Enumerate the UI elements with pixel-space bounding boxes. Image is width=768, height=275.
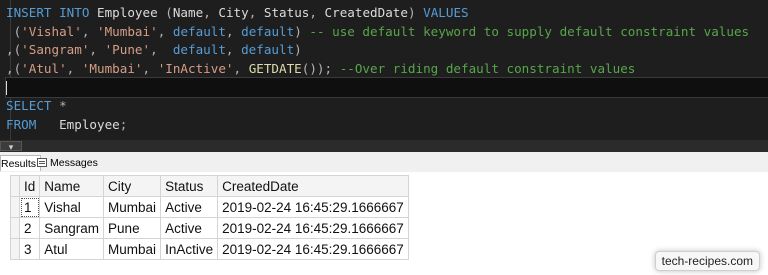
code-token: , bbox=[225, 23, 242, 39]
grid-cell-city[interactable]: Mumbai bbox=[103, 196, 162, 218]
grid-cell-createddate[interactable]: 2019-02-24 16:45:29.1666667 bbox=[217, 238, 409, 260]
grid-cell-createddate[interactable]: 2019-02-24 16:45:29.1666667 bbox=[217, 217, 409, 239]
code-token: 'Vishal' bbox=[21, 23, 82, 39]
results-grid-area: Id Name City Status CreatedDate 1 Vishal… bbox=[0, 172, 768, 275]
code-token: --Over riding default constraint values bbox=[339, 60, 636, 76]
grid-cell-createddate[interactable]: 2019-02-24 16:45:29.1666667 bbox=[217, 196, 409, 218]
grid-cell-id[interactable]: 3 bbox=[18, 238, 41, 260]
messages-icon bbox=[37, 158, 47, 167]
code-line[interactable]: FROM Employee; bbox=[6, 116, 768, 135]
code-line[interactable]: SELECT * bbox=[6, 97, 768, 116]
table-row[interactable]: 1 Vishal Mumbai Active 2019-02-24 16:45:… bbox=[10, 196, 409, 218]
code-token: ,( bbox=[6, 42, 22, 58]
code-line[interactable]: ,('Sangram', 'Pune', default, default) bbox=[6, 41, 768, 60]
collapse-dropdown-icon[interactable]: ▾ bbox=[0, 141, 22, 152]
code-token: INSERT INTO bbox=[6, 5, 97, 20]
code-token: ( bbox=[165, 5, 173, 20]
code-token: 'Pune' bbox=[104, 42, 151, 58]
code-token: 'Mumbai' bbox=[81, 60, 143, 76]
code-token: , bbox=[81, 23, 98, 39]
grid-cell-status[interactable]: Active bbox=[160, 196, 219, 218]
code-line[interactable]: ('Vishal', 'Mumbai', default, default) -… bbox=[6, 23, 768, 42]
code-token: CreatedDate bbox=[324, 5, 408, 20]
column-header-status[interactable]: Status bbox=[160, 175, 219, 197]
code-token: , bbox=[89, 42, 105, 58]
code-token: GETDATE bbox=[248, 60, 302, 76]
code-token: , bbox=[66, 60, 82, 76]
grid-header-row: Id Name City Status CreatedDate bbox=[10, 175, 409, 197]
column-header-id[interactable]: Id bbox=[18, 175, 41, 197]
code-token: ( bbox=[6, 23, 22, 39]
code-token: , bbox=[225, 42, 242, 58]
table-row[interactable]: 3 Atul Mumbai InActive 2019-02-24 16:45:… bbox=[10, 238, 409, 260]
code-token: City bbox=[218, 5, 249, 20]
grid-cell-status[interactable]: InActive bbox=[160, 238, 219, 260]
grid-corner-cell[interactable] bbox=[10, 175, 20, 197]
tab-messages[interactable]: Messages bbox=[33, 155, 102, 171]
code-token: , bbox=[233, 60, 249, 76]
text-caret bbox=[6, 80, 7, 95]
code-token: 'Atul' bbox=[21, 60, 67, 76]
code-token: * bbox=[59, 97, 67, 113]
grid-cell-name[interactable]: Atul bbox=[39, 238, 105, 260]
code-token: 'Mumbai' bbox=[97, 23, 158, 39]
sql-code[interactable]: INSERT INTO Employee (Name, City, Status… bbox=[5, 4, 768, 135]
code-token: SELECT bbox=[6, 97, 60, 113]
column-header-name[interactable]: Name bbox=[39, 175, 105, 197]
code-token: Employee bbox=[97, 5, 166, 20]
row-number-cell[interactable] bbox=[10, 196, 20, 218]
code-token: ) bbox=[294, 42, 302, 58]
grid-cell-id[interactable]: 1 bbox=[18, 196, 41, 218]
table-row[interactable]: 2 Sangram Pune Active 2019-02-24 16:45:2… bbox=[10, 217, 409, 239]
code-token: default bbox=[172, 23, 226, 39]
code-token: ) bbox=[294, 23, 310, 39]
grid-cell-name[interactable]: Sangram bbox=[39, 217, 105, 239]
grid-cell-status[interactable]: Active bbox=[160, 217, 219, 239]
query-editor[interactable]: INSERT INTO Employee (Name, City, Status… bbox=[0, 0, 768, 140]
code-token: VALUES bbox=[423, 5, 469, 20]
row-number-cell[interactable] bbox=[10, 238, 20, 260]
code-token: , bbox=[309, 5, 325, 20]
code-token: 'InActive' bbox=[157, 60, 234, 76]
grid-cell-name[interactable]: Vishal bbox=[39, 196, 105, 218]
code-line[interactable]: ,('Atul', 'Mumbai', 'InActive', GETDATE(… bbox=[6, 60, 768, 79]
column-header-city[interactable]: City bbox=[103, 175, 162, 197]
code-line[interactable] bbox=[5, 77, 768, 98]
code-token: 'Sangram' bbox=[21, 42, 90, 58]
tab-results-label: Results bbox=[1, 158, 37, 170]
code-token: ) bbox=[407, 5, 424, 20]
code-token: default bbox=[241, 23, 295, 39]
code-token: -- use default keyword to supply default… bbox=[309, 23, 750, 39]
code-token: ; bbox=[119, 116, 128, 132]
code-token: Employee bbox=[59, 116, 120, 132]
watermark: tech-recipes.com bbox=[654, 251, 760, 271]
code-token: ()); bbox=[301, 60, 340, 76]
code-token: FROM bbox=[6, 116, 60, 132]
code-token: , bbox=[150, 42, 173, 58]
code-token: , bbox=[157, 23, 173, 39]
code-line[interactable]: INSERT INTO Employee (Name, City, Status… bbox=[6, 4, 768, 23]
code-token: Name bbox=[172, 5, 204, 20]
code-token: , bbox=[248, 5, 264, 20]
code-token: ,( bbox=[6, 60, 22, 76]
results-tab-bar: Results Messages bbox=[0, 152, 768, 173]
grid-cell-id[interactable]: 2 bbox=[18, 217, 41, 239]
tab-messages-label: Messages bbox=[50, 157, 98, 169]
editor-splitter: ▾ bbox=[0, 140, 768, 152]
code-token: default bbox=[241, 42, 295, 58]
code-token: , bbox=[142, 60, 158, 76]
code-token: default bbox=[172, 42, 226, 58]
column-header-createddate[interactable]: CreatedDate bbox=[217, 175, 409, 197]
results-grid[interactable]: Id Name City Status CreatedDate 1 Vishal… bbox=[10, 175, 409, 260]
code-token: Status bbox=[263, 5, 310, 20]
code-token: , bbox=[203, 5, 219, 20]
grid-cell-city[interactable]: Mumbai bbox=[103, 238, 162, 260]
row-number-cell[interactable] bbox=[10, 217, 20, 239]
grid-cell-city[interactable]: Pune bbox=[103, 217, 162, 239]
